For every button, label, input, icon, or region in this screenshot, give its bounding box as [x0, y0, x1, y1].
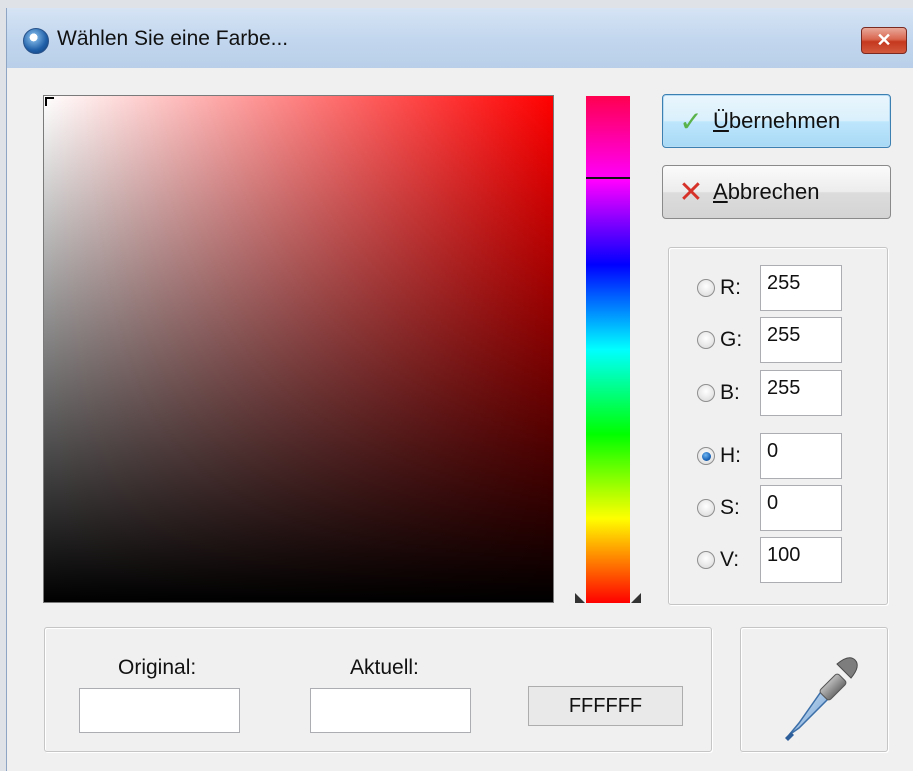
row-g: G: 255	[697, 317, 842, 363]
apply-button[interactable]: ✓ Übernehmen	[662, 94, 891, 148]
radio-v[interactable]	[697, 551, 715, 569]
label-b: B:	[720, 381, 740, 404]
color-picker-dialog: Wählen Sie eine Farbe... ✕ ✓ Übernehmen …	[6, 8, 913, 771]
r-input[interactable]: 255	[760, 265, 842, 311]
s-input[interactable]: 0	[760, 485, 842, 531]
current-label: Aktuell:	[350, 656, 419, 679]
app-icon	[23, 28, 49, 54]
label-s: S:	[720, 496, 740, 519]
label-v: V:	[720, 548, 740, 571]
apply-label: bernehmen	[728, 108, 841, 133]
current-color-swatch	[310, 688, 471, 733]
g-input[interactable]: 255	[760, 317, 842, 363]
hue-slider[interactable]	[586, 96, 630, 603]
pipette-group	[740, 627, 888, 752]
label-h: H:	[720, 444, 741, 467]
radio-b[interactable]	[697, 384, 715, 402]
cancel-button[interactable]: ✕ Abbrechen	[662, 165, 891, 219]
dialog-content: ✓ Übernehmen ✕ Abbrechen R: 255 G: 255 B…	[7, 68, 913, 771]
b-input[interactable]: 255	[760, 370, 842, 416]
hue-indicator-line[interactable]	[586, 177, 630, 179]
cancel-label: bbrechen	[727, 179, 820, 204]
radio-h[interactable]	[697, 447, 715, 465]
window-title: Wählen Sie eine Farbe...	[57, 27, 289, 50]
hue-pointer-right-icon[interactable]	[631, 593, 641, 603]
saturation-value-field[interactable]	[43, 95, 554, 603]
close-button[interactable]: ✕	[861, 27, 907, 54]
row-v: V: 100	[697, 537, 842, 583]
sv-cursor-marker[interactable]	[45, 97, 54, 106]
original-color-swatch[interactable]	[79, 688, 240, 733]
radio-g[interactable]	[697, 331, 715, 349]
apply-mnemonic: Ü	[713, 108, 729, 133]
radio-s[interactable]	[697, 499, 715, 517]
check-icon: ✓	[679, 105, 703, 137]
color-values-group: R: 255 G: 255 B: 255 H: 0 S: 0 V: 100	[668, 247, 888, 605]
row-s: S: 0	[697, 485, 842, 531]
hue-pointer-left-icon[interactable]	[575, 593, 585, 603]
row-b: B: 255	[697, 370, 842, 416]
v-input[interactable]: 100	[760, 537, 842, 583]
label-g: G:	[720, 328, 743, 351]
eyedropper-icon[interactable]	[741, 628, 889, 753]
row-r: R: 255	[697, 265, 842, 311]
cross-icon: ✕	[678, 175, 704, 209]
radio-r[interactable]	[697, 279, 715, 297]
hex-value-display: FFFFFF	[528, 686, 683, 726]
title-bar[interactable]: Wählen Sie eine Farbe... ✕	[7, 8, 913, 68]
original-label: Original:	[118, 656, 197, 679]
row-h: H: 0	[697, 433, 842, 479]
h-input[interactable]: 0	[760, 433, 842, 479]
cancel-mnemonic: A	[713, 179, 728, 204]
label-r: R:	[720, 276, 741, 299]
